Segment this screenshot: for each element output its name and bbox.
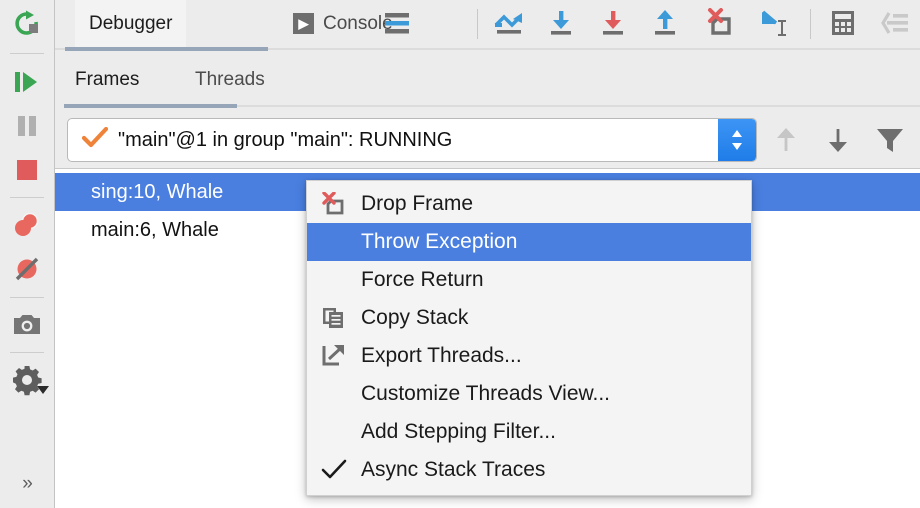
move-up-button[interactable] [770,124,802,156]
debugger-toolbar: Debugger ▶ Console [55,0,920,55]
view-breakpoints-icon [12,210,42,245]
filter-button[interactable] [874,124,906,156]
force-step-into-icon [596,11,630,42]
drop-frame-button[interactable] [705,8,739,40]
frames-context-menu: Drop Frame Throw Exception Force Return … [306,180,752,496]
thread-dump-button[interactable] [0,305,54,349]
menu-item-async-stack-traces[interactable]: Async Stack Traces [307,451,751,489]
menu-item-label: Add Stepping Filter... [361,420,556,443]
sidebar-divider-3 [10,297,44,298]
arrow-up-icon [770,128,802,160]
menu-item-force-return[interactable]: Force Return [307,261,751,299]
step-out-button[interactable] [648,8,682,40]
sidebar-divider-4 [10,352,44,353]
menu-item-throw-exception[interactable]: Throw Exception [307,223,751,261]
step-into-icon [544,11,578,42]
tabbar-bottom-border [237,105,920,107]
menu-item-label: Force Return [361,268,484,291]
mute-breakpoints-button[interactable] [0,249,54,293]
checkmark-icon [321,457,347,483]
tab-debugger-indicator [65,47,268,51]
resume-program-icon [12,68,42,101]
drop-frame-icon [321,191,347,217]
arrow-down-icon [822,129,854,160]
show-execution-point-icon [880,12,912,42]
toolbar-divider-1 [477,9,478,39]
rerun-icon [12,9,42,44]
step-over-icon [492,13,526,42]
show-execution-point-button[interactable] [880,8,914,40]
rerun-button[interactable] [0,4,54,48]
tab-frames-indicator [64,104,237,108]
force-step-into-button[interactable] [596,8,630,40]
debugger-window: » Debugger ▶ Console Frames Threads "mai… [0,0,920,508]
sidebar-divider-1 [10,53,44,54]
tab-frames[interactable]: Frames [75,56,139,104]
menu-item-label: Export Threads... [361,344,522,367]
tab-threads-label: Threads [195,69,265,90]
menu-item-add-stepping-filter[interactable]: Add Stepping Filter... [307,413,751,451]
menu-item-drop-frame[interactable]: Drop Frame [307,185,751,223]
thread-running-check-icon [81,126,109,154]
chevron-down-icon [37,381,49,399]
move-down-button[interactable] [822,124,854,156]
pause-program-button[interactable] [0,106,54,150]
export-threads-icon [321,343,347,369]
view-breakpoints-button[interactable] [0,205,54,249]
menu-item-label: Drop Frame [361,192,474,215]
more-actions-label: » [22,473,33,494]
stop-icon [14,157,40,188]
evaluate-expression-button[interactable] [828,8,862,40]
step-out-icon [648,10,682,42]
menu-item-label: Async Stack Traces [361,458,546,481]
console-icon: ▶ [293,13,314,34]
run-to-cursor-button[interactable] [757,8,791,40]
camera-icon [12,313,42,342]
frames-threads-tabbar: Frames Threads [55,56,920,109]
menu-item-export-threads[interactable]: Export Threads... [307,337,751,375]
sidebar-divider-2 [10,197,44,198]
settings-button[interactable] [0,360,54,404]
frame-label: sing:10, Whale [91,180,224,203]
copy-stack-icon [321,305,347,331]
menu-item-label: Copy Stack [361,306,469,329]
thread-selector-row: "main"@1 in group "main": RUNNING [55,112,920,168]
tab-debugger[interactable]: Debugger [75,0,187,47]
thread-selector-combobox[interactable]: "main"@1 in group "main": RUNNING [67,118,757,162]
menu-item-label: Throw Exception [361,230,518,253]
drop-frame-icon [705,8,739,42]
more-actions-button[interactable]: » [0,462,54,506]
filter-icon [874,129,906,160]
tab-debugger-label: Debugger [89,12,173,34]
stop-button[interactable] [0,150,54,194]
menu-item-copy-stack[interactable]: Copy Stack [307,299,751,337]
menu-item-customize-threads-view[interactable]: Customize Threads View... [307,375,751,413]
mute-breakpoints-icon [12,254,42,289]
resume-program-button[interactable] [0,62,54,106]
thread-selector-value: "main"@1 in group "main": RUNNING [118,128,453,151]
run-to-cursor-icon [757,10,793,42]
step-over-button[interactable] [492,8,526,40]
step-into-button[interactable] [544,8,578,40]
tab-frames-label: Frames [75,69,140,90]
tab-threads[interactable]: Threads [195,56,265,104]
thread-selector-stepper[interactable] [718,119,756,161]
menu-item-label: Customize Threads View... [361,382,611,405]
frame-label: main:6, Whale [91,218,219,241]
toolbar-divider-2 [810,9,811,39]
layout-settings-icon [380,13,414,42]
evaluate-expression-icon [828,11,858,42]
debug-actions-sidebar: » [0,0,55,508]
pause-program-icon [14,113,40,144]
layout-settings-button[interactable] [380,8,414,40]
